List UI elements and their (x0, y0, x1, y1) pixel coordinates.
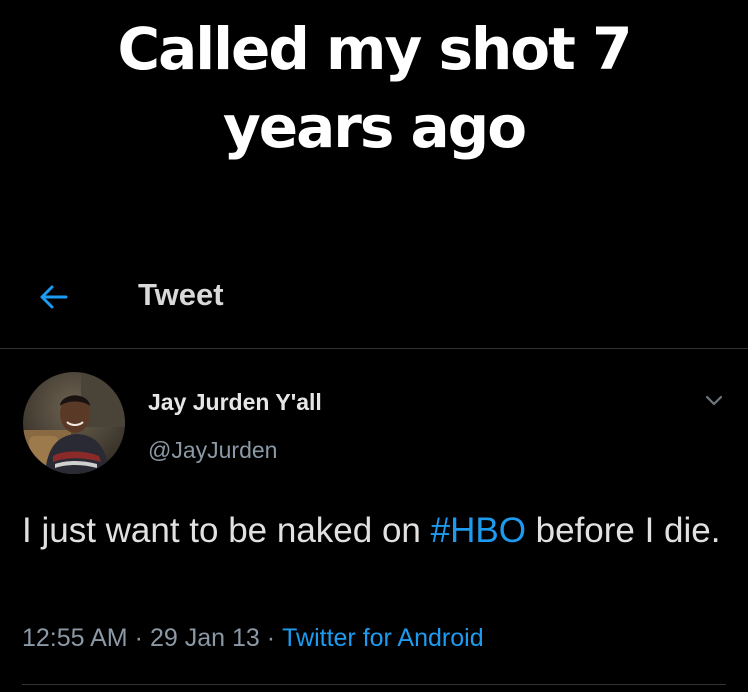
tweet-header-bar: Tweet (0, 265, 748, 329)
meta-separator: · (134, 624, 143, 652)
tweet-metadata: 12:55 AM · 29 Jan 13 · Twitter for Android (22, 624, 484, 653)
tweet-body: I just want to be naked on #HBO before I… (22, 504, 722, 558)
arrow-left-icon[interactable] (32, 279, 72, 315)
tweet-text-before: I just want to be naked on (22, 511, 431, 550)
caption-line-1: Called my shot 7 (117, 15, 633, 83)
tweet-date: 29 Jan 13 (149, 624, 260, 652)
profile-avatar[interactable] (23, 372, 125, 474)
author-handle[interactable]: @JayJurden (148, 437, 277, 464)
caption-line-2: years ago (222, 93, 527, 161)
chevron-down-icon[interactable] (700, 388, 728, 412)
author-display-name[interactable]: Jay Jurden Y'all (148, 389, 322, 416)
tweet-time: 12:55 AM (22, 624, 128, 652)
tweet-source-link[interactable]: Twitter for Android (282, 624, 483, 652)
meta-separator: · (266, 624, 276, 652)
tweet-text-after: before I die. (525, 511, 721, 550)
header-divider (0, 348, 748, 349)
meme-caption: Called my shot 7 years ago (0, 10, 748, 166)
tweet-divider (22, 684, 726, 685)
hashtag-link[interactable]: #HBO (431, 511, 526, 550)
page-title: Tweet (138, 277, 224, 312)
